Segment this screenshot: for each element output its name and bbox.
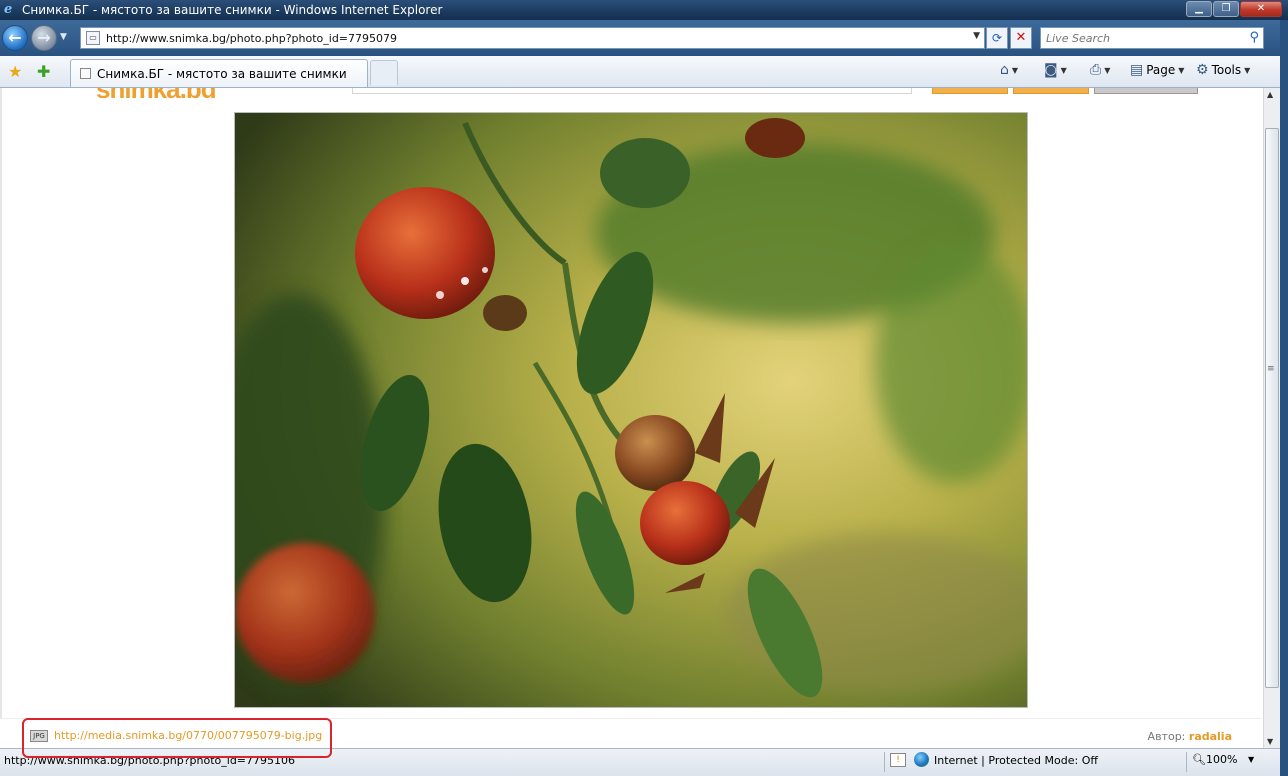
zoom-dropdown-icon[interactable]: ▼: [1248, 755, 1254, 764]
back-button[interactable]: ←: [2, 25, 28, 51]
minimize-button[interactable]: ▁: [1186, 1, 1212, 17]
status-bar: http://www.snimka.bg/photo.php?photo_id=…: [0, 748, 1280, 776]
address-dropdown-icon[interactable]: ▼: [973, 31, 980, 41]
new-tab-button[interactable]: [370, 60, 398, 85]
chevron-down-icon: ▼: [1011, 65, 1019, 75]
search-box[interactable]: ⚲: [1040, 27, 1264, 49]
vertical-scrollbar[interactable]: ▲ ≡ ▼: [1263, 88, 1280, 748]
search-input[interactable]: [1041, 28, 1231, 48]
page-icon: ▤: [1130, 62, 1144, 78]
globe-icon: [914, 752, 929, 767]
page-menu-label: Page: [1146, 63, 1176, 77]
image-url-link[interactable]: http://media.snimka.bg/0770/007795079-bi…: [54, 729, 322, 742]
forward-button[interactable]: →: [31, 25, 57, 51]
ie-logo-icon: e: [4, 2, 13, 17]
home-button[interactable]: ⌂ ▼: [1000, 62, 1018, 78]
image-link[interactable]: JPG http://media.snimka.bg/0770/00779507…: [30, 729, 322, 742]
chevron-down-icon: ▼: [1244, 65, 1251, 75]
tab-page-icon: [80, 68, 91, 79]
chevron-down-icon: ▼: [1104, 65, 1111, 75]
favorites-star-icon[interactable]: ★: [8, 62, 22, 81]
tab-label: Снимка.БГ - мястото за вашите снимки: [97, 66, 347, 81]
print-button[interactable]: ⎙ ▼: [1090, 62, 1110, 78]
page-icon: ▭: [86, 31, 100, 45]
printer-icon: ⎙: [1090, 62, 1102, 78]
feeds-button[interactable]: ◙ ▼: [1044, 62, 1067, 78]
status-divider: [1186, 752, 1187, 772]
scroll-down-icon[interactable]: ▼: [1267, 737, 1273, 746]
title-bar: e Снимка.БГ - мястото за вашите снимки -…: [0, 0, 1288, 20]
address-bar[interactable]: ▭ http://www.snimka.bg/photo.php?photo_i…: [80, 27, 985, 49]
scroll-up-icon[interactable]: ▲: [1267, 90, 1273, 99]
rss-icon: ◙: [1044, 62, 1058, 78]
zoom-value: 100%: [1205, 753, 1238, 766]
security-zone[interactable]: Internet | Protected Mode: Off: [934, 754, 1098, 767]
scrollbar-thumb[interactable]: [1265, 128, 1279, 688]
search-icon[interactable]: ⚲: [1249, 30, 1259, 45]
header-button-2[interactable]: [1013, 88, 1089, 94]
stop-button[interactable]: ✕: [1010, 27, 1032, 49]
author-name-link[interactable]: radalia: [1189, 730, 1232, 743]
restore-button[interactable]: ❐: [1213, 1, 1239, 17]
chevron-down-icon: ▼: [1178, 65, 1185, 75]
chevron-down-icon: ▼: [1060, 65, 1067, 75]
tools-menu-label: Tools: [1211, 63, 1242, 77]
page-warning-icon[interactable]: !: [890, 753, 906, 767]
tab-bar: ★ ✚ Снимка.БГ - мястото за вашите снимки…: [0, 56, 1288, 88]
refresh-button[interactable]: ⟳: [986, 27, 1008, 49]
zoom-level[interactable]: 🔍︎100%: [1192, 753, 1237, 766]
close-button[interactable]: ✕: [1240, 1, 1282, 17]
window-title: Снимка.БГ - мястото за вашите снимки - W…: [22, 3, 443, 17]
navigation-bar: ← → ▼ ▭ http://www.snimka.bg/photo.php?p…: [0, 20, 1288, 56]
photo-footer: JPG http://media.snimka.bg/0770/00779507…: [0, 718, 1262, 748]
add-favorites-icon[interactable]: ✚: [37, 62, 50, 81]
gear-icon: ⚙: [1196, 62, 1209, 78]
window-right-edge: [1280, 20, 1288, 776]
status-text: http://www.snimka.bg/photo.php?photo_id=…: [4, 754, 296, 767]
header-button-3[interactable]: [1094, 88, 1198, 94]
page-left-border: [0, 88, 2, 748]
site-logo[interactable]: snimka.bg: [96, 88, 217, 98]
home-icon: ⌂: [1000, 62, 1009, 78]
site-header: snimka.bg: [0, 88, 1262, 98]
image-file-icon: JPG: [30, 729, 48, 742]
address-url[interactable]: http://www.snimka.bg/photo.php?photo_id=…: [106, 32, 397, 45]
recent-pages-dropdown-icon[interactable]: ▼: [60, 32, 67, 42]
page-content: snimka.bg: [0, 88, 1288, 748]
header-button-1[interactable]: [932, 88, 1008, 94]
author-label: Автор:: [1147, 730, 1186, 743]
scrollbar-grip-icon: ≡: [1267, 364, 1275, 374]
tools-menu[interactable]: ⚙ Tools ▼: [1196, 62, 1250, 78]
status-divider: [884, 752, 885, 772]
main-photo[interactable]: [234, 112, 1028, 708]
header-search-field[interactable]: [352, 88, 912, 94]
page-menu[interactable]: ▤ Page ▼: [1130, 62, 1184, 78]
tab-active[interactable]: Снимка.БГ - мястото за вашите снимки: [70, 59, 368, 87]
window-controls: ▁ ❐ ✕: [1186, 1, 1282, 17]
author-info: Автор: radalia: [1148, 730, 1232, 743]
